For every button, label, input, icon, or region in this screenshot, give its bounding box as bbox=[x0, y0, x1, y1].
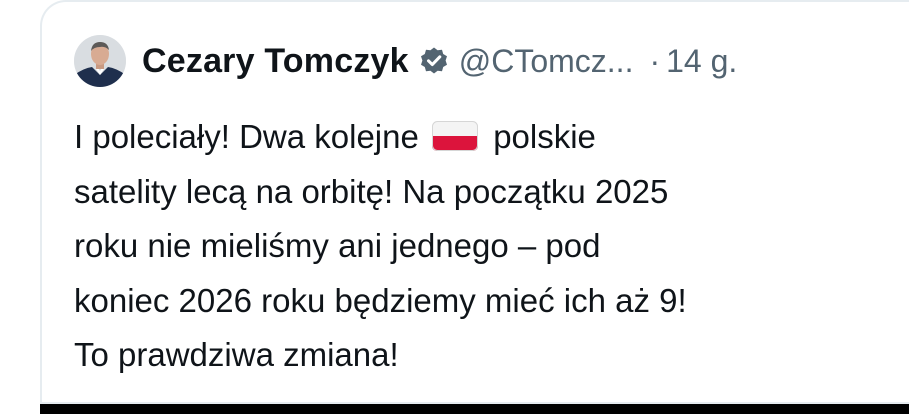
tweet-text-segment: polskie bbox=[493, 118, 596, 155]
author-handle[interactable]: @CTomcz... bbox=[459, 43, 634, 80]
tweet-text-line-4: koniec 2026 roku będziemy mieć ich aż 9! bbox=[74, 281, 687, 319]
tweet-timestamp[interactable]: 14 g. bbox=[666, 43, 737, 80]
bottom-divider bbox=[40, 404, 909, 414]
tweet-text-line-2: satelity lecą na orbitę! Na początku 202… bbox=[74, 172, 669, 210]
screenshot-page: Cezary Tomczyk @CTomcz... · 14 g. I pole… bbox=[0, 0, 909, 414]
tweet-text-line-1: I poleciały! Dwa kolejne polskie bbox=[74, 110, 894, 165]
poland-flag-icon bbox=[432, 121, 479, 151]
tweet-text-line-3: roku nie mieliśmy ani jednego – pod bbox=[74, 227, 601, 264]
tweet-text-segment: I poleciały! Dwa kolejne bbox=[74, 118, 419, 155]
tweet-header: Cezary Tomczyk @CTomcz... · 14 g. bbox=[74, 34, 737, 88]
author-display-name[interactable]: Cezary Tomczyk bbox=[142, 42, 409, 81]
verified-badge-icon bbox=[419, 46, 449, 76]
tweet-text-line-5: To prawdziwa zmiana! bbox=[74, 336, 399, 373]
avatar[interactable] bbox=[74, 35, 126, 87]
tweet-text: I poleciały! Dwa kolejne polskie satelit… bbox=[74, 110, 894, 383]
avatar-photo bbox=[74, 35, 126, 87]
separator-dot: · bbox=[649, 42, 661, 79]
